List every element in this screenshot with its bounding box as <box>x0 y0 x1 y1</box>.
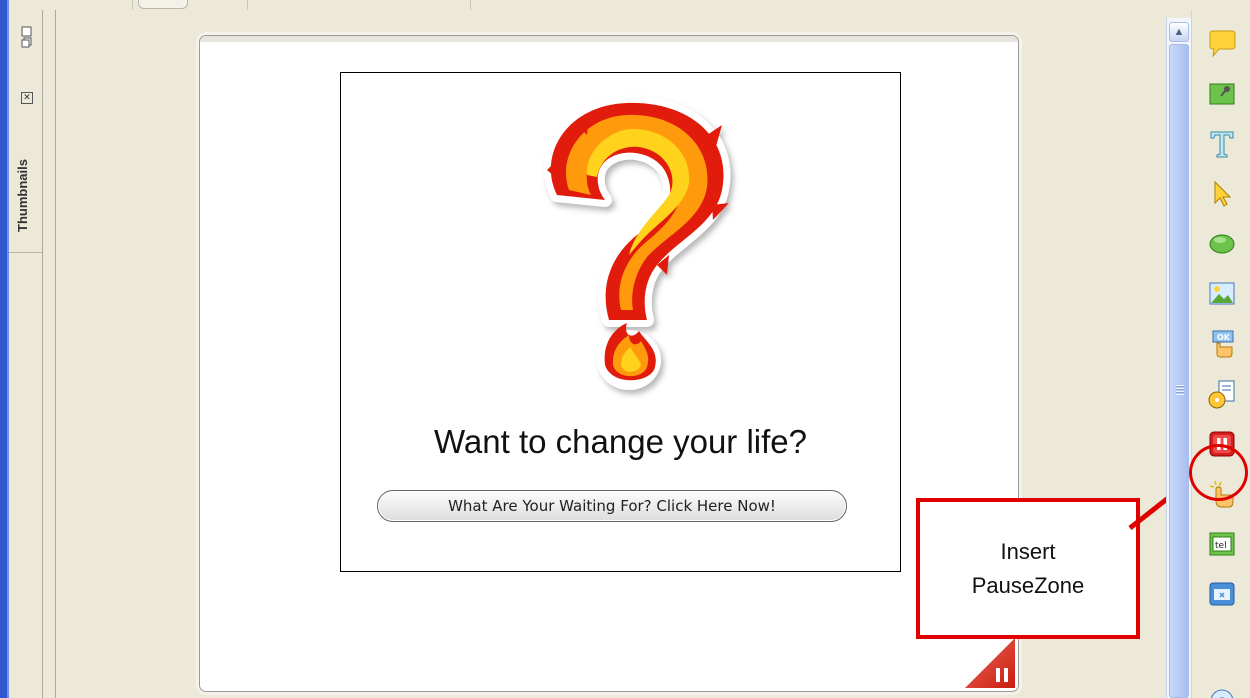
link-icon <box>1210 689 1234 698</box>
scrollbar-thumb[interactable] <box>1169 44 1189 698</box>
scroll-up-button[interactable]: ▲ <box>1169 22 1189 42</box>
tool-callout[interactable] <box>1206 28 1238 60</box>
tab-strip-segment <box>247 0 471 10</box>
cta-button[interactable]: What Are Your Waiting For? Click Here No… <box>377 490 847 522</box>
tab-strip-segment <box>60 0 133 10</box>
tool-link[interactable] <box>1206 628 1238 698</box>
window-icon <box>1209 582 1235 606</box>
panel-divider <box>9 252 42 253</box>
speech-bubble-icon <box>1209 30 1236 58</box>
insert-toolbar: OK tel <box>1191 10 1250 698</box>
callout-line-2: PauseZone <box>971 572 1085 598</box>
tool-image[interactable] <box>1206 278 1238 310</box>
picture-icon <box>1209 282 1235 305</box>
top-tab-strip <box>0 0 1250 10</box>
scrollbar-grip <box>1176 385 1184 395</box>
text-icon <box>1210 131 1234 158</box>
pausezone-corner-marker-icon[interactable] <box>965 638 1015 688</box>
svg-text:OK: OK <box>1217 333 1231 342</box>
slide: Want to change your life? What Are Your … <box>340 72 901 572</box>
tool-text[interactable] <box>1206 128 1238 160</box>
flaming-question-mark-image <box>543 95 731 390</box>
slide-headline: Want to change your life? <box>434 423 807 460</box>
tab-strip-tab[interactable] <box>138 0 188 9</box>
cursor-icon <box>1214 180 1232 207</box>
slide-canvas: Want to change your life? What Are Your … <box>199 35 1019 692</box>
vertical-scrollbar[interactable]: ▲ <box>1166 18 1191 698</box>
thumbnails-panel: ✕ Thumbnails <box>9 10 43 698</box>
tool-shape[interactable] <box>1206 228 1238 260</box>
tool-window[interactable] <box>1206 578 1238 610</box>
panel-gutter <box>43 10 56 698</box>
text-entry-icon: tel <box>1209 532 1235 556</box>
tool-button[interactable]: OK <box>1206 328 1238 360</box>
restore-icon[interactable] <box>21 26 33 48</box>
callout-line-1: Insert <box>1000 538 1056 564</box>
ok-button-icon: OK <box>1212 330 1234 358</box>
tool-cursor[interactable] <box>1206 178 1238 210</box>
tool-media[interactable] <box>1206 378 1238 410</box>
insert-pausezone-callout: Insert PauseZone <box>916 498 1140 639</box>
media-icon <box>1208 380 1235 409</box>
thumbnails-tab-label[interactable]: Thumbnails <box>15 132 37 232</box>
shape-icon <box>1209 234 1235 254</box>
window-left-edge <box>0 0 9 698</box>
close-panel-icon[interactable]: ✕ <box>21 92 33 104</box>
image-box-icon <box>1209 83 1235 105</box>
svg-text:tel: tel <box>1215 541 1227 551</box>
tool-text-entry[interactable]: tel <box>1206 528 1238 560</box>
pausezone-highlight-circle <box>1189 444 1248 501</box>
tool-highlight[interactable] <box>1206 78 1238 110</box>
